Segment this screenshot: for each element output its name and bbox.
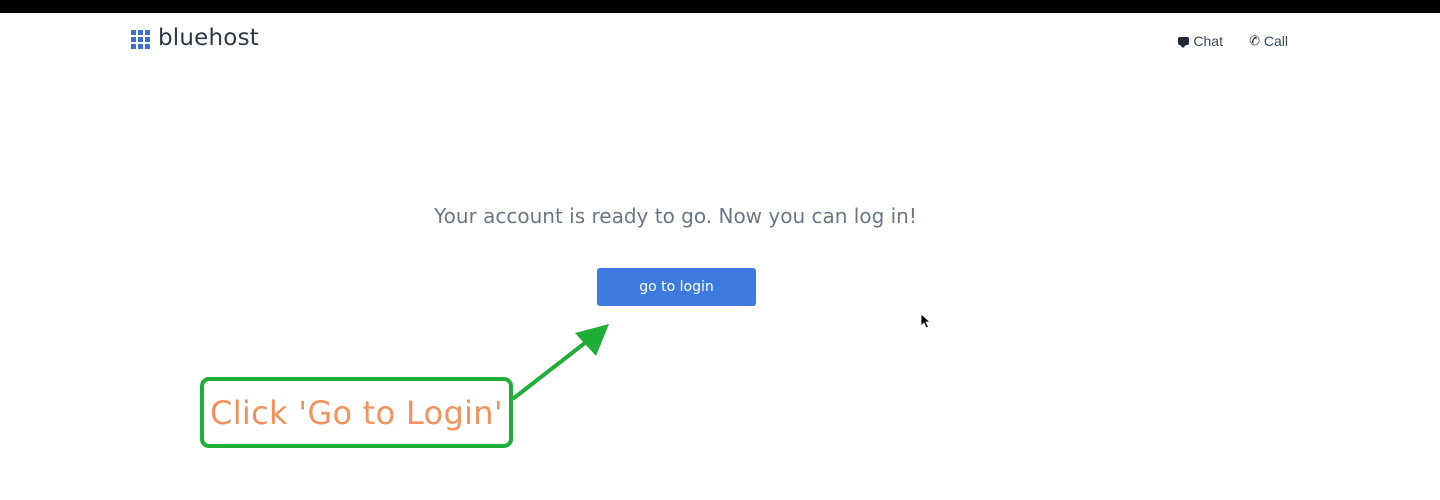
annotation-callout: Click 'Go to Login' — [200, 377, 513, 448]
callout-text: Click 'Go to Login' — [210, 393, 503, 432]
